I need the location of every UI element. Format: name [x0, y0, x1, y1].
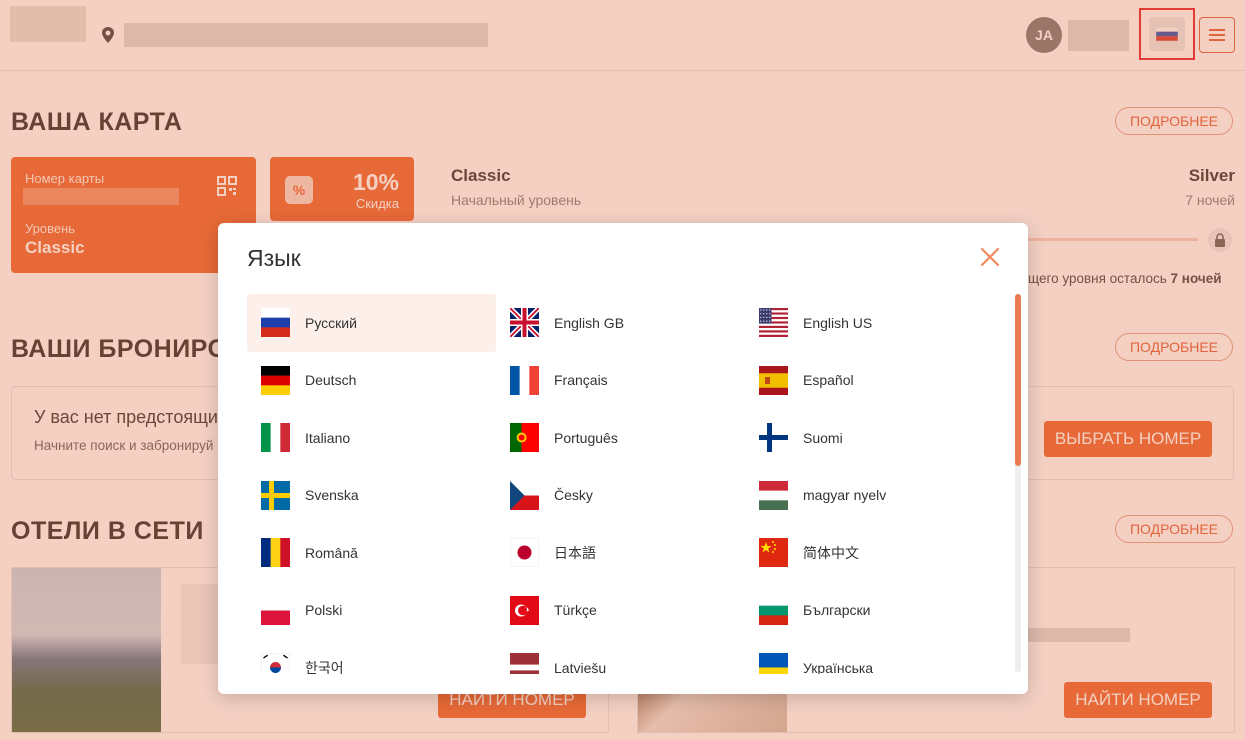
language-option-es[interactable]: Español — [745, 352, 994, 410]
flag-ro-icon — [261, 538, 290, 568]
flag-gb-icon — [510, 308, 539, 338]
language-label: Italiano — [305, 429, 351, 446]
language-option-fr[interactable]: Français — [496, 352, 745, 410]
language-option-hu[interactable]: magyar nyelv — [745, 467, 994, 525]
language-option-cz[interactable]: Česky — [496, 467, 745, 525]
flag-tr-icon — [510, 595, 539, 625]
flag-lv-icon — [510, 653, 539, 674]
language-label: 한국어 — [305, 659, 344, 674]
modal-title: Язык — [247, 245, 301, 271]
language-label: 简体中文 — [803, 544, 859, 561]
flag-fi-icon — [759, 423, 788, 453]
language-label: 日本語 — [554, 544, 596, 561]
flag-es-icon — [759, 365, 788, 395]
flag-de-icon — [261, 365, 290, 395]
language-label: Česky — [554, 487, 593, 504]
language-option-de[interactable]: Deutsch — [247, 352, 496, 410]
language-option-ro[interactable]: Română — [247, 524, 496, 582]
flag-kr-icon — [261, 653, 290, 674]
language-label: Svenska — [305, 487, 359, 504]
flag-ru-icon — [261, 308, 290, 338]
flag-pt-icon — [510, 423, 539, 453]
language-option-pt[interactable]: Português — [496, 409, 745, 467]
language-option-se[interactable]: Svenska — [247, 467, 496, 525]
language-label: Português — [554, 429, 618, 446]
language-option-jp[interactable]: 日本語 — [496, 524, 745, 582]
language-option-tr[interactable]: Türkçe — [496, 582, 745, 640]
language-option-kr[interactable]: 한국어 — [247, 639, 496, 674]
flag-it-icon — [261, 423, 290, 453]
language-option-bg[interactable]: Български — [745, 582, 994, 640]
scrollbar-thumb[interactable] — [1015, 294, 1021, 466]
language-option-us[interactable]: English US — [745, 294, 994, 352]
language-option-ua[interactable]: Українська — [745, 639, 994, 674]
language-option-gb[interactable]: English GB — [496, 294, 745, 352]
flag-ua-icon — [759, 653, 788, 674]
flag-cn-icon — [759, 538, 788, 568]
language-label: Español — [803, 372, 854, 389]
language-label: Русский — [305, 314, 357, 331]
language-label: Deutsch — [305, 372, 357, 389]
language-label: Українська — [803, 659, 874, 674]
flag-hu-icon — [759, 480, 788, 510]
flag-bg-icon — [759, 595, 788, 625]
flag-cz-icon — [510, 480, 539, 510]
language-label: Türkçe — [554, 602, 597, 619]
language-option-fi[interactable]: Suomi — [745, 409, 994, 467]
language-label: Română — [305, 544, 358, 561]
language-option-lv[interactable]: Latviešu — [496, 639, 745, 674]
language-option-pl[interactable]: Polski — [247, 582, 496, 640]
close-icon[interactable] — [978, 245, 1002, 269]
language-grid: Русский English GB English US Deutsch França… — [247, 294, 997, 674]
hotel-loyalty-page: JA ВАША КАРТА ПОДРОБНЕЕ Номер карты Уров… — [0, 0, 1245, 740]
language-label: English GB — [554, 314, 625, 331]
language-label: Suomi — [803, 429, 843, 446]
language-label: Български — [803, 602, 871, 619]
language-label: magyar nyelv — [803, 487, 887, 504]
language-option-it[interactable]: Italiano — [247, 409, 496, 467]
language-list: Русский English GB English US Deutsch França… — [247, 294, 997, 674]
language-label: Latviešu — [554, 659, 607, 674]
language-option-ru[interactable]: Русский — [247, 294, 496, 352]
language-option-cn[interactable]: 简体中文 — [745, 524, 994, 582]
language-label: Polski — [305, 602, 343, 619]
flag-pl-icon — [261, 595, 290, 625]
language-modal: Язык Русский English GB English US Deutsch F… — [218, 223, 1028, 694]
flag-fr-icon — [510, 365, 539, 395]
language-label: Français — [554, 372, 608, 389]
language-label: English US — [803, 314, 873, 331]
flag-us-icon — [759, 308, 788, 338]
flag-se-icon — [261, 480, 290, 510]
flag-jp-icon — [510, 538, 539, 568]
